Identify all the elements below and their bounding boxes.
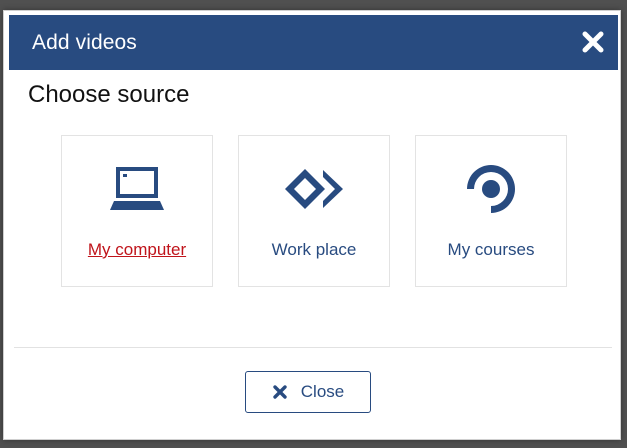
- source-my-courses[interactable]: My courses: [415, 135, 567, 287]
- source-my-computer[interactable]: My computer: [61, 135, 213, 287]
- source-label: Work place: [271, 240, 357, 259]
- source-label: My courses: [447, 240, 535, 259]
- dialog-header: Add videos: [9, 15, 618, 70]
- close-button-label: Close: [300, 382, 345, 401]
- source-label: My computer: [87, 240, 187, 259]
- dialog-title: Add videos: [32, 30, 137, 54]
- add-videos-dialog: Add videos Choose source My computer Wor…: [3, 10, 621, 440]
- footer-divider: [14, 347, 612, 348]
- source-work-place[interactable]: Work place: [238, 135, 390, 287]
- close-icon[interactable]: [580, 29, 606, 55]
- close-button[interactable]: Close: [245, 371, 371, 413]
- courses-icon: [416, 161, 566, 217]
- choose-source-heading: Choose source: [28, 81, 190, 108]
- laptop-icon: [62, 161, 212, 217]
- close-icon: [272, 384, 288, 400]
- workplace-icon: [239, 161, 389, 217]
